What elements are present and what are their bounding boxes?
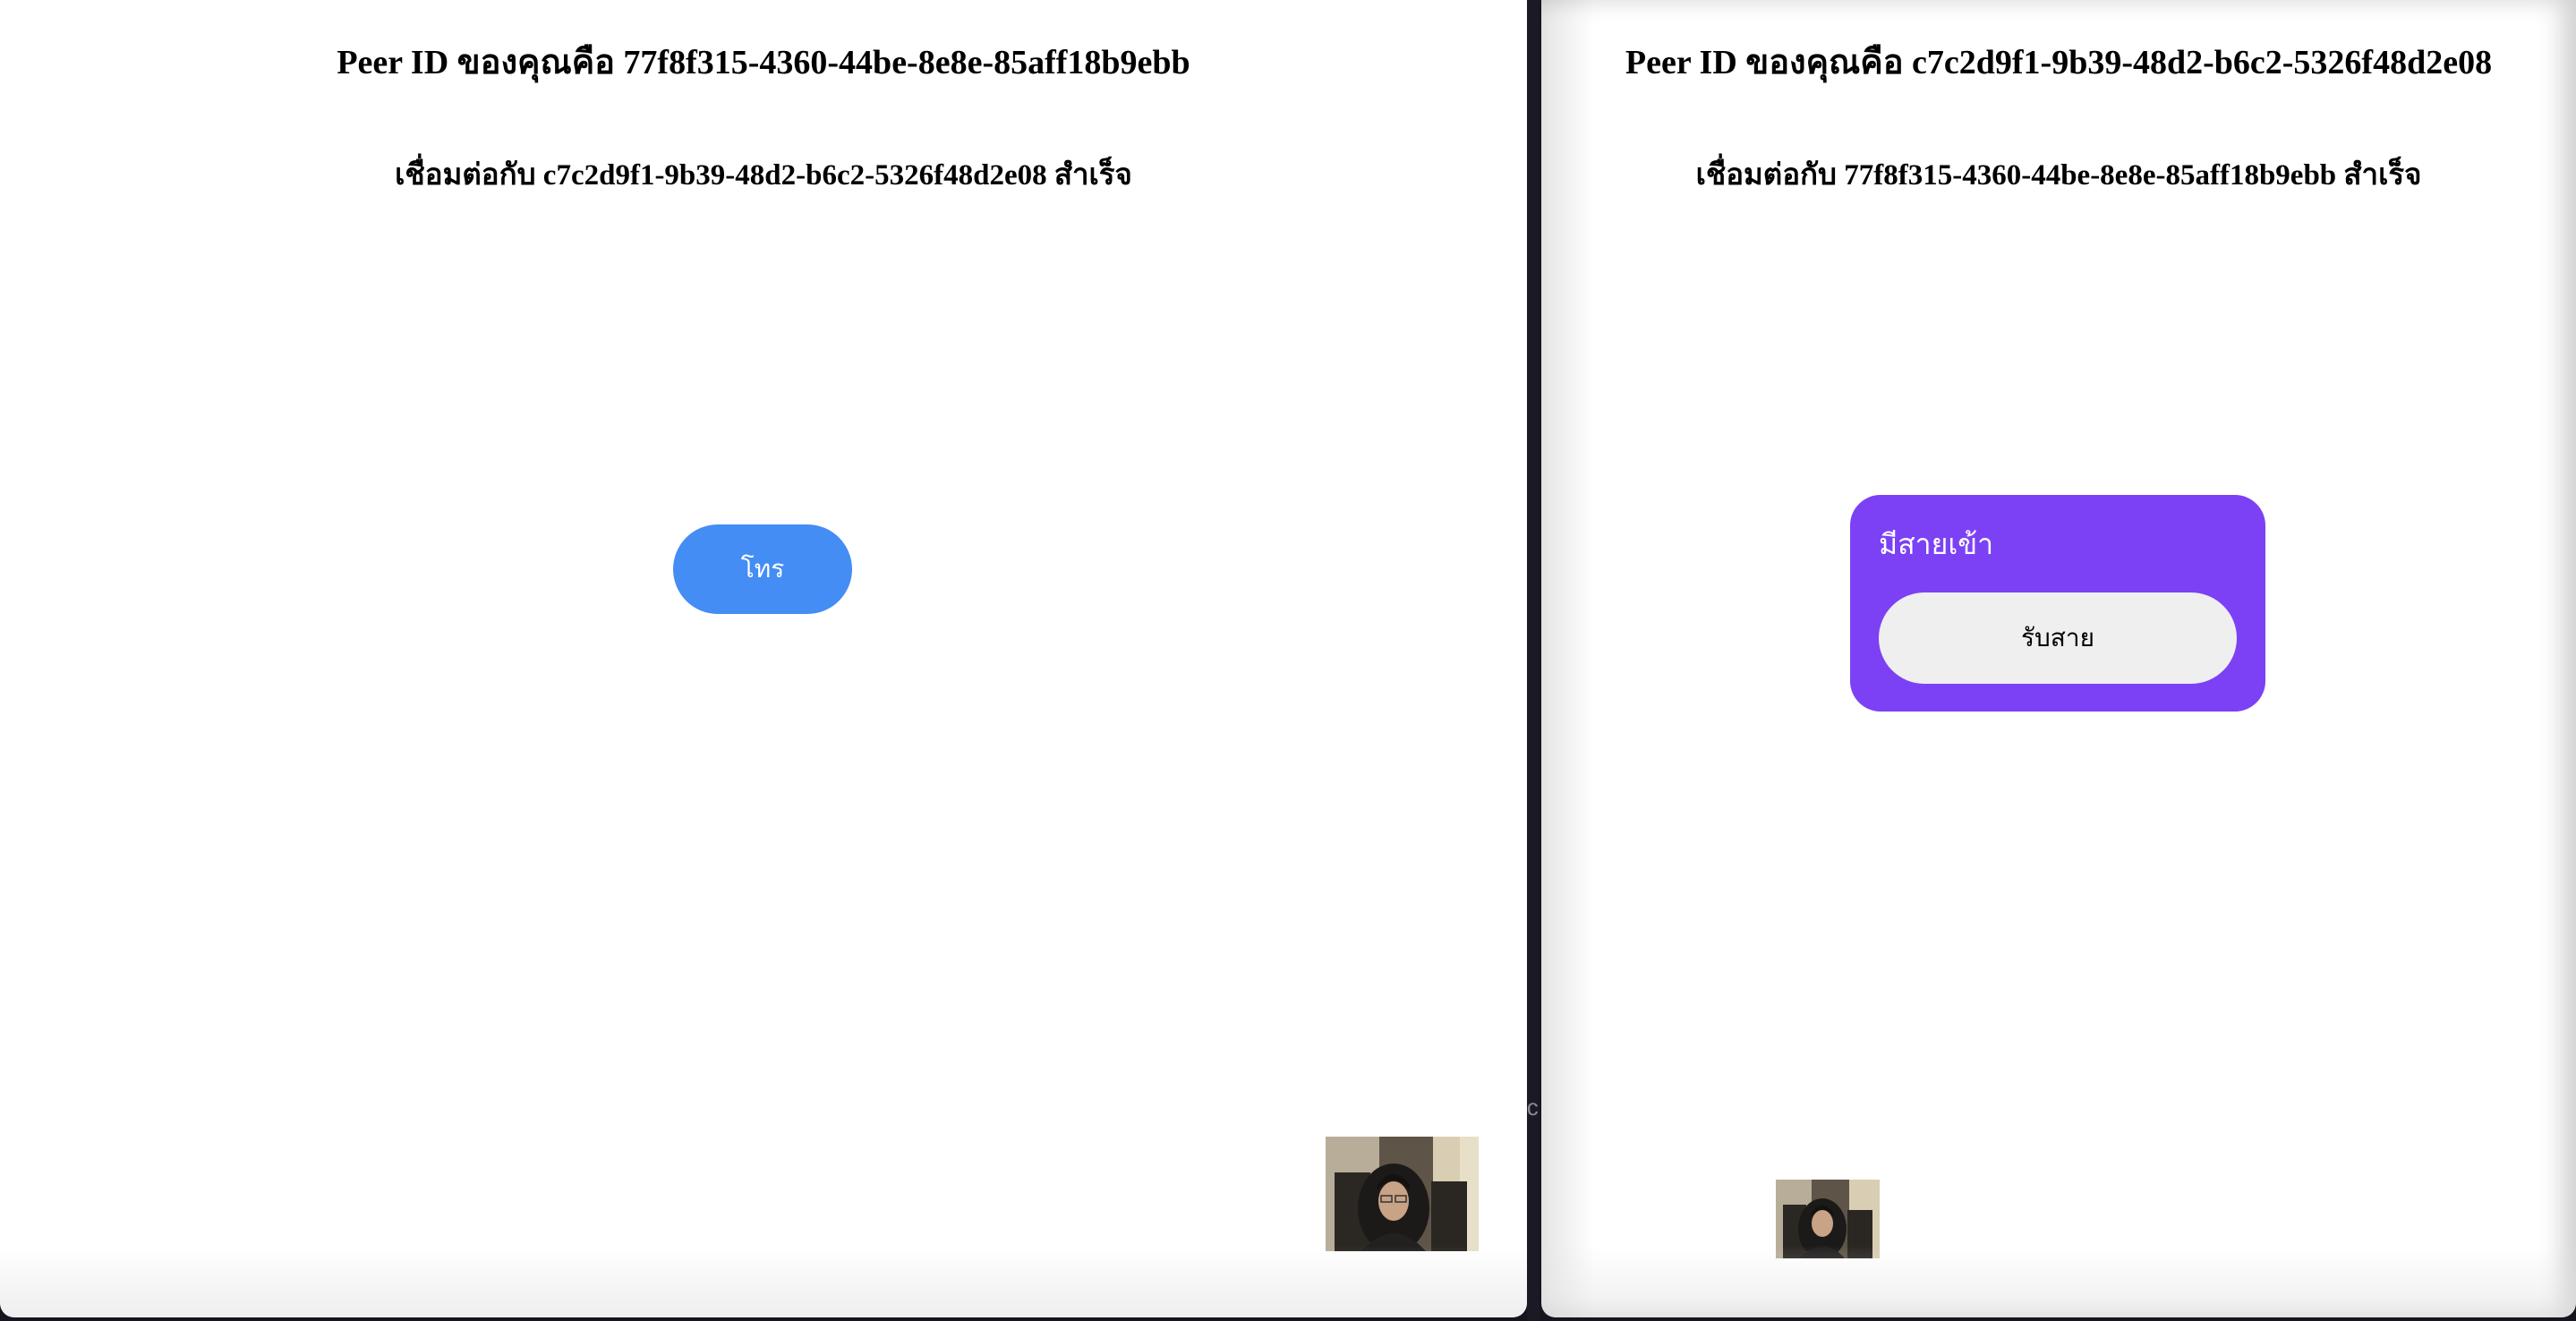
call-button[interactable]: โทร xyxy=(673,524,852,614)
callee-window: Peer ID ของคุณคือ c7c2d9f1-9b39-48d2-b6c… xyxy=(1541,0,2576,1317)
local-video xyxy=(1776,1180,1880,1258)
window-bottom-edge xyxy=(0,1246,1527,1317)
webcam-self-view-icon xyxy=(1776,1180,1880,1258)
page-title: Peer ID ของคุณคือ c7c2d9f1-9b39-48d2-b6c… xyxy=(1625,44,2493,81)
connection-status: เชื่อมต่อกับ c7c2d9f1-9b39-48d2-b6c2-532… xyxy=(395,159,1132,192)
page-title: Peer ID ของคุณคือ 77f8f315-4360-44be-8e8… xyxy=(337,44,1190,81)
answer-call-button[interactable]: รับสาย xyxy=(1879,592,2237,684)
desktop: ic Peer ID ของคุณคือ 77f8f315-4360-44be-… xyxy=(0,0,2576,1321)
incoming-call-panel: มีสายเข้า รับสาย xyxy=(1850,495,2265,712)
webcam-self-view-icon xyxy=(1326,1137,1479,1251)
caller-window: Peer ID ของคุณคือ 77f8f315-4360-44be-8e8… xyxy=(0,0,1527,1317)
local-video xyxy=(1326,1137,1479,1251)
connection-status: เชื่อมต่อกับ 77f8f315-4360-44be-8e8e-85a… xyxy=(1695,159,2422,192)
window-bottom-edge xyxy=(1541,1246,2576,1317)
incoming-call-label: มีสายเข้า xyxy=(1879,527,1994,561)
